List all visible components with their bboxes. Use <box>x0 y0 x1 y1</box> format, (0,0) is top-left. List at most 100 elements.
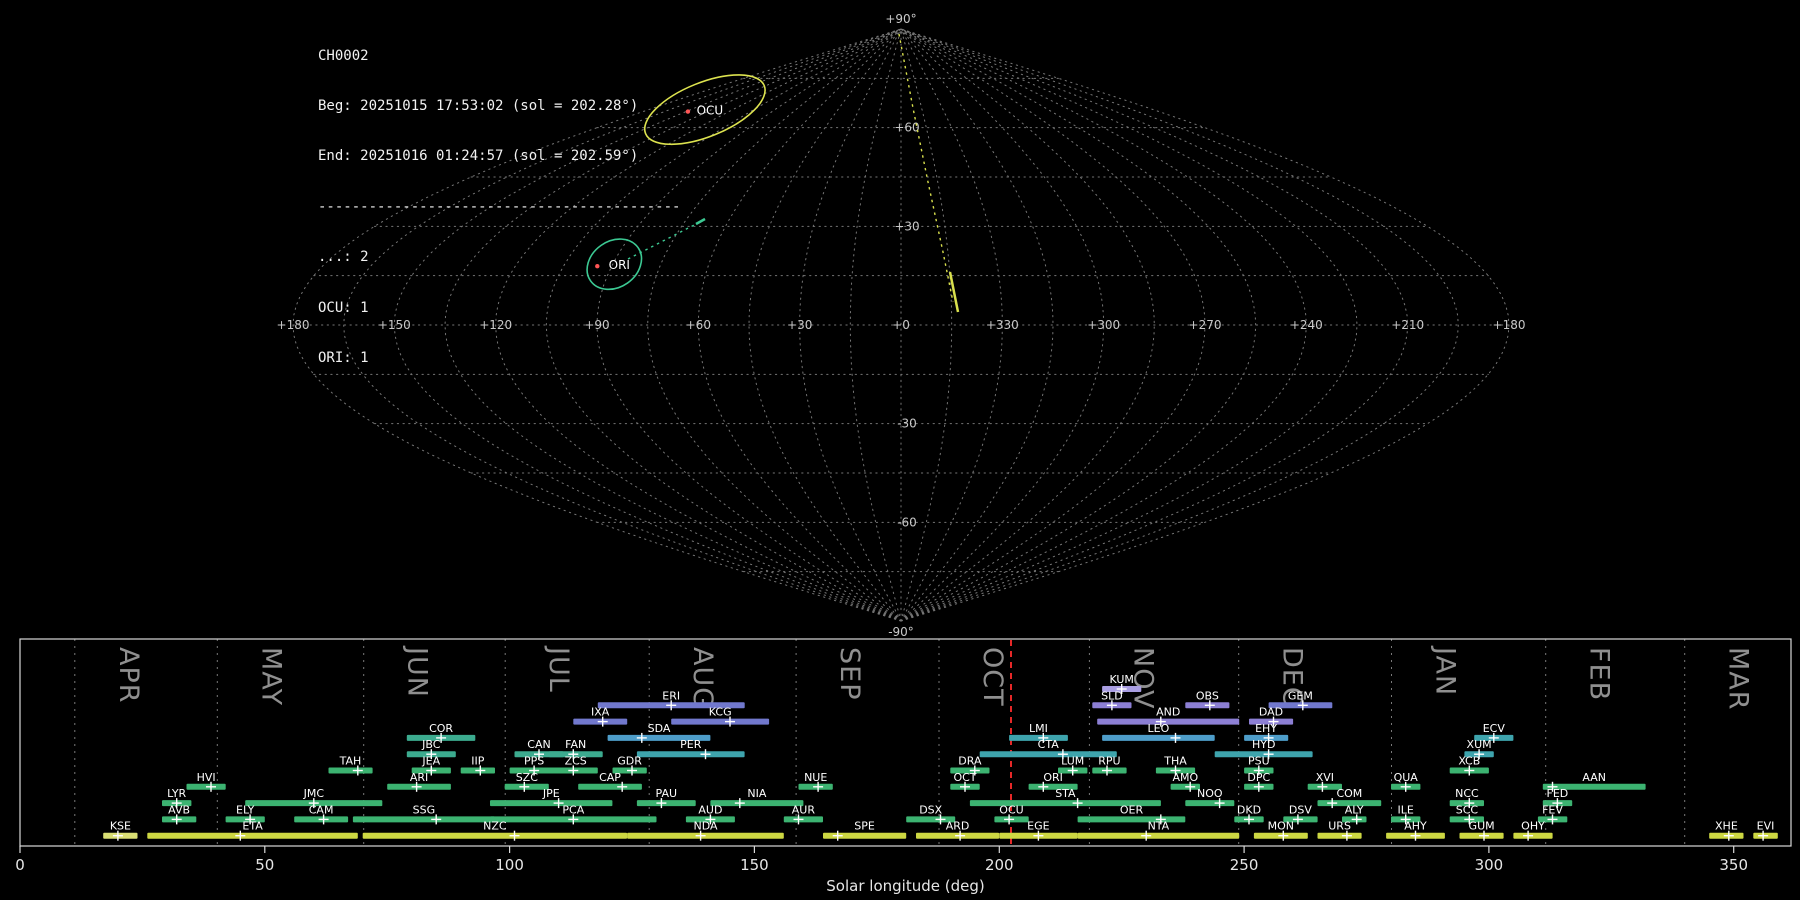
meridian-line <box>900 28 1459 622</box>
radiant-and-activity-plot: +180 +150 +120 +90 +60 +30 +0 +330 +300 +270 +240 +… <box>15 12 1792 895</box>
month-label-JUL: JUL <box>543 645 574 693</box>
lon-label: +60 <box>686 318 711 332</box>
shower-label-JMC: JMC <box>303 787 325 800</box>
shower-label-DAD: DAD <box>1259 706 1283 719</box>
month-label-SEP: SEP <box>834 647 865 700</box>
separator-dashes: ----------------------------------------… <box>318 198 681 215</box>
lon-label: +0 <box>892 318 910 332</box>
shower-label-QUA: QUA <box>1394 771 1419 784</box>
activity-bar-SSG <box>352 816 495 823</box>
meridian-line <box>900 28 1358 622</box>
shower-label-AVB: AVB <box>168 803 190 816</box>
shower-label-DSV: DSV <box>1289 803 1312 816</box>
shower-label-NZC: NZC <box>483 820 507 833</box>
shower-label-DRA: DRA <box>958 755 982 768</box>
shower-label-FED: FED <box>1547 787 1569 800</box>
month-label-JUN: JUN <box>402 645 433 698</box>
shower-label-XCB: XCB <box>1458 755 1480 768</box>
shower-label-HVI: HVI <box>197 771 216 784</box>
lon-label: +210 <box>1391 318 1424 332</box>
shower-label-URS: URS <box>1328 820 1351 833</box>
activity-bar-PER <box>636 751 745 758</box>
shower-label-AAN: AAN <box>1582 771 1606 784</box>
x-tick-label: 50 <box>255 856 274 874</box>
lon-label: +30 <box>787 318 812 332</box>
activity-bar-NIA <box>710 800 804 807</box>
shower-label-ETA: ETA <box>242 820 263 833</box>
radiant-center-OCU <box>685 109 691 114</box>
shower-label-SDA: SDA <box>648 722 671 735</box>
activity-bar-NOO <box>1185 800 1235 807</box>
shower-label-LUM: LUM <box>1061 755 1084 768</box>
lon-label: +180 <box>277 318 310 332</box>
shower-label-CAN: CAN <box>527 738 550 751</box>
lat-label: -60 <box>897 515 917 529</box>
shower-label-AMO: AMO <box>1172 771 1198 784</box>
shower-label-PSU: PSU <box>1248 755 1270 768</box>
shower-label-JEA: JEA <box>421 755 440 768</box>
shower-label-HYD: HYD <box>1252 738 1275 751</box>
shower-label-OBS: OBS <box>1196 689 1219 702</box>
activity-bar-KCG <box>671 718 770 725</box>
shower-label-OER: OER <box>1120 803 1144 816</box>
shower-label-CAP: CAP <box>599 771 621 784</box>
shower-label-EGE: EGE <box>1027 820 1049 833</box>
lat-label: +60 <box>894 121 919 135</box>
month-label-MAR: MAR <box>1723 647 1754 711</box>
shower-label-XHE: XHE <box>1715 820 1738 833</box>
lon-label: +330 <box>986 318 1019 332</box>
shower-label-JBC: JBC <box>421 738 441 751</box>
shower-label-DPC: DPC <box>1247 771 1270 784</box>
shower-label-ELY: ELY <box>236 803 255 816</box>
shower-label-SLD: SLD <box>1101 689 1123 702</box>
shower-label-ARI: ARI <box>410 771 428 784</box>
x-tick-label: 250 <box>1230 856 1259 874</box>
radiant-label-OCU: OCU <box>697 104 724 118</box>
shower-label-JPE: JPE <box>542 787 560 800</box>
shower-label-THA: THA <box>1163 755 1187 768</box>
count-sporadic: ...: 2 <box>318 249 369 266</box>
shower-label-AUR: AUR <box>792 803 816 816</box>
activity-bar-CTA <box>979 751 1117 758</box>
shower-label-DSX: DSX <box>919 803 942 816</box>
shower-label-PCA: PCA <box>562 803 584 816</box>
shower-label-KUM: KUM <box>1109 673 1133 686</box>
shower-label-SSG: SSG <box>413 803 436 816</box>
shower-label-OCU: OCU <box>999 803 1023 816</box>
observation-info-panel: CH0002 Beg: 20251015 17:53:02 (sol = 202… <box>318 14 680 400</box>
shower-label-LYR: LYR <box>167 787 186 800</box>
count-ocu: OCU: 1 <box>318 299 369 316</box>
shower-label-FAN: FAN <box>565 738 586 751</box>
shower-label-COR: COR <box>429 722 453 735</box>
shower-label-AND: AND <box>1156 706 1180 719</box>
shower-label-SCC: SCC <box>1456 803 1479 816</box>
shower-label-GUM: GUM <box>1469 820 1495 833</box>
shower-label-PPS: PPS <box>524 755 544 768</box>
shower-label-NTA: NTA <box>1148 820 1170 833</box>
shower-label-NDA: NDA <box>693 820 718 833</box>
shower-label-STA: STA <box>1055 787 1076 800</box>
month-label-OCT: OCT <box>977 647 1008 707</box>
shower-label-GDR: GDR <box>617 755 642 768</box>
shower-label-KSE: KSE <box>110 820 131 833</box>
shower-label-CAM: CAM <box>309 803 334 816</box>
lat-label: +30 <box>894 219 919 233</box>
x-axis-title: Solar longitude (deg) <box>826 877 984 895</box>
lon-label: +300 <box>1087 318 1120 332</box>
lon-label: +180 <box>1493 318 1526 332</box>
month-label-AUG: AUG <box>687 647 718 709</box>
shower-label-TAH: TAH <box>339 755 362 768</box>
x-tick-label: 0 <box>15 856 25 874</box>
shower-label-SPE: SPE <box>854 820 875 833</box>
shower-label-COM: COM <box>1336 787 1362 800</box>
shower-label-KCG: KCG <box>709 706 732 719</box>
x-tick-label: 200 <box>985 856 1014 874</box>
shower-label-ERI: ERI <box>662 689 680 702</box>
shower-label-DKD: DKD <box>1237 803 1261 816</box>
month-label-JAN: JAN <box>1430 645 1461 696</box>
meteor-track-solid <box>695 217 706 226</box>
shower-label-EHY: EHY <box>1255 722 1277 735</box>
shower-label-CTA: CTA <box>1038 738 1060 751</box>
month-label-APR: APR <box>113 647 144 704</box>
month-label-MAY: MAY <box>255 647 286 706</box>
